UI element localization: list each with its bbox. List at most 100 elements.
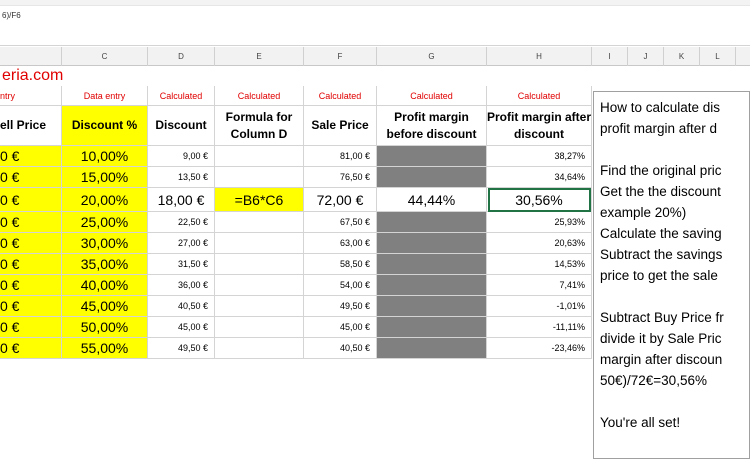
margin-before-cell[interactable] — [377, 317, 487, 338]
discount-percent-cell[interactable]: 25,00% — [62, 212, 148, 233]
discount-percent-cell[interactable]: 55,00% — [62, 338, 148, 359]
header-cell[interactable]: Profit margin before discount — [377, 106, 487, 146]
label-cell[interactable]: Calculated — [215, 86, 304, 106]
header-cell[interactable]: Sale Price — [304, 106, 377, 146]
margin-after-cell[interactable]: 7,41% — [487, 275, 592, 296]
margin-before-cell[interactable] — [377, 233, 487, 254]
formula-cell[interactable] — [215, 275, 304, 296]
formula-cell[interactable] — [215, 317, 304, 338]
margin-after-cell[interactable]: -11,11% — [487, 317, 592, 338]
formula-cell[interactable] — [215, 146, 304, 167]
column-header-j[interactable]: J — [628, 47, 664, 66]
discount-cell[interactable]: 27,00 € — [148, 233, 215, 254]
sale-price-cell[interactable]: 63,00 € — [304, 233, 377, 254]
sale-price-cell[interactable]: 40,50 € — [304, 338, 377, 359]
sale-price-cell[interactable]: 81,00 € — [304, 146, 377, 167]
discount-percent-cell[interactable]: 35,00% — [62, 254, 148, 275]
discount-percent-cell[interactable]: 20,00% — [62, 188, 148, 212]
discount-cell[interactable]: 18,00 € — [148, 188, 215, 212]
buy-price-cell[interactable]: 0 € — [0, 296, 62, 317]
header-cell[interactable]: Discount % — [62, 106, 148, 146]
buy-price-cell[interactable]: 0 € — [0, 338, 62, 359]
sale-price-cell[interactable]: 45,00 € — [304, 317, 377, 338]
column-header-c[interactable]: C — [62, 47, 148, 66]
column-header-e[interactable]: E — [215, 47, 304, 66]
margin-before-cell[interactable] — [377, 338, 487, 359]
label-cell[interactable]: Calculated — [148, 86, 215, 106]
discount-cell[interactable]: 36,00 € — [148, 275, 215, 296]
discount-cell[interactable]: 49,50 € — [148, 338, 215, 359]
sale-price-cell[interactable]: 72,00 € — [304, 188, 377, 212]
header-cell[interactable]: Formula for Column D — [215, 106, 304, 146]
buy-price-cell[interactable]: 0 € — [0, 254, 62, 275]
margin-after-cell[interactable]: 38,27% — [487, 146, 592, 167]
margin-after-cell[interactable]: -23,46% — [487, 338, 592, 359]
margin-before-cell[interactable] — [377, 275, 487, 296]
sale-price-cell[interactable]: 58,50 € — [304, 254, 377, 275]
buy-price-cell[interactable]: 0 € — [0, 275, 62, 296]
formula-bar[interactable]: 6)/F6 — [0, 6, 750, 46]
buy-price-cell[interactable]: 0 € — [0, 167, 62, 188]
sale-price-cell[interactable]: 49,50 € — [304, 296, 377, 317]
discount-percent-cell[interactable]: 30,00% — [62, 233, 148, 254]
margin-after-cell[interactable]: 34,64% — [487, 167, 592, 188]
column-header-k[interactable]: K — [664, 47, 700, 66]
formula-cell[interactable] — [215, 338, 304, 359]
buy-price-cell[interactable]: 0 € — [0, 188, 62, 212]
header-cell[interactable]: Discount — [148, 106, 215, 146]
discount-cell[interactable]: 22,50 € — [148, 212, 215, 233]
column-header-d[interactable]: D — [148, 47, 215, 66]
discount-percent-cell[interactable]: 15,00% — [62, 167, 148, 188]
margin-before-cell[interactable] — [377, 254, 487, 275]
discount-percent-cell[interactable]: 10,00% — [62, 146, 148, 167]
formula-cell[interactable] — [215, 212, 304, 233]
column-header-i[interactable]: I — [592, 47, 628, 66]
explanation-textbox[interactable]: How to calculate dis profit margin after … — [593, 91, 750, 459]
margin-after-cell[interactable]: 25,93% — [487, 212, 592, 233]
header-cell[interactable]: ell Price — [0, 106, 62, 146]
buy-price-cell[interactable]: 0 € — [0, 317, 62, 338]
buy-price-cell[interactable]: 0 € — [0, 146, 62, 167]
margin-after-cell[interactable]: 14,53% — [487, 254, 592, 275]
formula-cell[interactable] — [215, 233, 304, 254]
discount-cell[interactable]: 45,00 € — [148, 317, 215, 338]
formula-text[interactable]: 6)/F6 — [2, 11, 21, 20]
sale-price-cell[interactable]: 76,50 € — [304, 167, 377, 188]
column-header-m[interactable] — [736, 47, 750, 66]
discount-percent-cell[interactable]: 50,00% — [62, 317, 148, 338]
buy-price-cell[interactable]: 0 € — [0, 212, 62, 233]
margin-after-cell[interactable]: -1,01% — [487, 296, 592, 317]
label-cell[interactable]: Calculated — [304, 86, 377, 106]
sheet-grid[interactable]: eria.com ntry Data entry Calculated Calc… — [0, 66, 750, 465]
discount-cell[interactable]: 9,00 € — [148, 146, 215, 167]
margin-before-cell[interactable] — [377, 296, 487, 317]
discount-cell[interactable]: 31,50 € — [148, 254, 215, 275]
sale-price-cell[interactable]: 67,50 € — [304, 212, 377, 233]
label-cell[interactable]: Calculated — [487, 86, 592, 106]
margin-after-cell[interactable]: 20,63% — [487, 233, 592, 254]
label-cell[interactable]: Calculated — [377, 86, 487, 106]
column-header-b[interactable] — [0, 47, 62, 66]
label-cell[interactable]: ntry — [0, 86, 62, 106]
formula-cell[interactable]: =B6*C6 — [215, 188, 304, 212]
formula-cell[interactable] — [215, 296, 304, 317]
column-header-h[interactable]: H — [487, 47, 592, 66]
margin-before-cell[interactable] — [377, 167, 487, 188]
column-header-g[interactable]: G — [377, 47, 487, 66]
discount-percent-cell[interactable]: 45,00% — [62, 296, 148, 317]
column-header-f[interactable]: F — [304, 47, 377, 66]
column-header-l[interactable]: L — [700, 47, 736, 66]
discount-cell[interactable]: 13,50 € — [148, 167, 215, 188]
note-line: price to get the sale — [600, 268, 718, 283]
margin-before-cell[interactable] — [377, 212, 487, 233]
margin-before-cell[interactable]: 44,44% — [377, 188, 487, 212]
formula-cell[interactable] — [215, 254, 304, 275]
buy-price-cell[interactable]: 0 € — [0, 233, 62, 254]
header-cell[interactable]: Profit margin after discount — [487, 106, 592, 146]
discount-cell[interactable]: 40,50 € — [148, 296, 215, 317]
label-cell[interactable]: Data entry — [62, 86, 148, 106]
formula-cell[interactable] — [215, 167, 304, 188]
sale-price-cell[interactable]: 54,00 € — [304, 275, 377, 296]
discount-percent-cell[interactable]: 40,00% — [62, 275, 148, 296]
margin-before-cell[interactable] — [377, 146, 487, 167]
